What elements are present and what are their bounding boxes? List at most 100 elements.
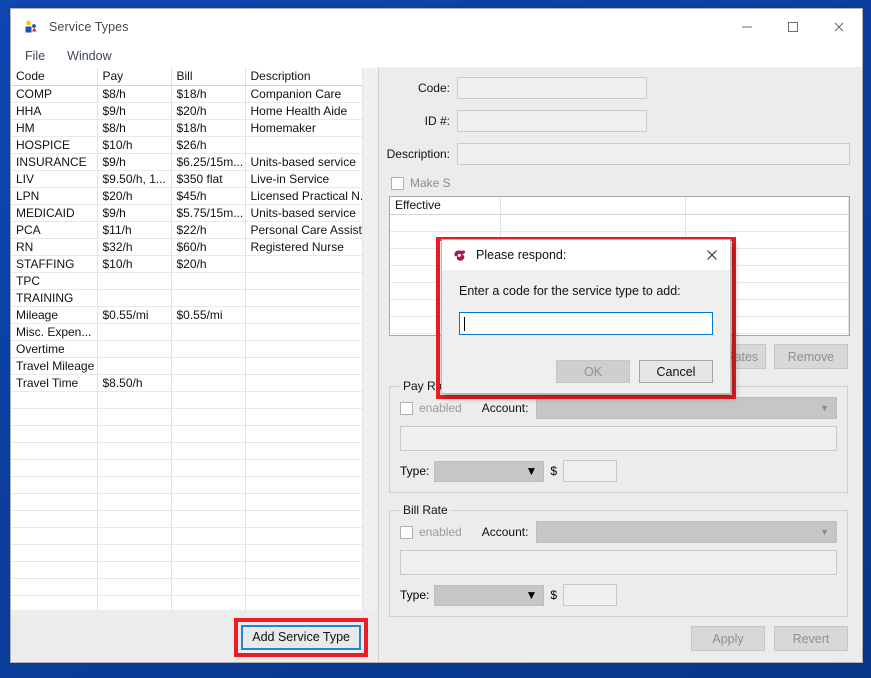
apply-revert-row: Apply Revert: [385, 626, 848, 651]
table-row[interactable]: [11, 595, 378, 610]
cell-code: Mileage: [11, 306, 98, 324]
id-input[interactable]: [457, 110, 647, 132]
column-header-effective[interactable]: Effective: [390, 197, 501, 215]
table-row[interactable]: Overtime: [11, 340, 378, 358]
service-types-table-body: COMP $8/h $18/h Companion Care HHA $9/h $20/h H…: [11, 85, 378, 610]
dialog-prompt-text: Enter a code for the service type to add…: [459, 284, 681, 298]
remove-rates-button[interactable]: Remove: [774, 344, 848, 369]
table-row[interactable]: [11, 442, 378, 460]
cell-description: [245, 272, 378, 290]
description-input[interactable]: [457, 143, 850, 165]
grid-vertical-scrollbar[interactable]: [362, 68, 378, 610]
column-header-description[interactable]: Description: [245, 68, 378, 86]
bill-rate-amount-input[interactable]: [563, 584, 618, 606]
table-row[interactable]: HM $8/h $18/h Homemaker: [11, 119, 378, 137]
table-row[interactable]: [11, 578, 378, 596]
revert-button[interactable]: Revert: [774, 626, 848, 651]
cell-code: [11, 510, 98, 528]
cell-bill: $0.55/mi: [171, 306, 246, 324]
add-service-type-button[interactable]: Add Service Type: [241, 625, 361, 650]
cell-pay: [97, 408, 172, 426]
cell-pay: [97, 391, 172, 409]
pay-rate-type-label: Type:: [400, 464, 430, 478]
code-input[interactable]: [457, 77, 647, 99]
pay-rate-account-detail-input[interactable]: [400, 426, 837, 451]
dialog-cancel-button[interactable]: Cancel: [639, 360, 713, 383]
make-standard-checkbox[interactable]: [391, 176, 404, 190]
apply-button[interactable]: Apply: [691, 626, 765, 651]
cell-pay: $32/h: [97, 238, 172, 256]
column-header-code[interactable]: Code: [11, 68, 98, 86]
table-row[interactable]: STAFFING $10/h $20/h: [11, 255, 378, 273]
rose-app-icon: [452, 248, 467, 263]
pay-rate-enabled-checkbox[interactable]: [400, 401, 413, 415]
table-row[interactable]: [11, 510, 378, 528]
table-row[interactable]: Misc. Expen...: [11, 323, 378, 341]
maximize-icon[interactable]: [770, 9, 816, 45]
table-row[interactable]: MEDICAID $9/h $5.75/15m... Units-based serv…: [11, 204, 378, 222]
cell-code: [11, 476, 98, 494]
table-row[interactable]: [11, 476, 378, 494]
cell-bill: [171, 527, 246, 545]
column-header-pay[interactable]: Pay: [97, 68, 172, 86]
cell-pay: [97, 595, 172, 610]
effective-cell: [390, 214, 501, 232]
table-row[interactable]: Mileage $0.55/mi $0.55/mi: [11, 306, 378, 324]
bill-rate-enabled-checkbox[interactable]: [400, 525, 413, 539]
menu-item-file[interactable]: File: [25, 49, 45, 63]
table-row[interactable]: LIV $9.50/h, 1... $350 flat Live-in Service: [11, 170, 378, 188]
table-row[interactable]: TPC: [11, 272, 378, 290]
table-row[interactable]: PCA $11/h $22/h Personal Care Assistant: [11, 221, 378, 239]
chevron-down-icon: ▼: [820, 403, 829, 413]
dialog-code-input[interactable]: [459, 312, 713, 335]
bill-rate-type-select[interactable]: ▼: [434, 584, 545, 606]
bill-rate-account-select[interactable]: ▼: [536, 521, 837, 543]
table-row[interactable]: [11, 493, 378, 511]
bill-rate-account-detail-input[interactable]: [400, 550, 837, 575]
cell-bill: $6.25/15m...: [171, 153, 246, 171]
table-row[interactable]: LPN $20/h $45/h Licensed Practical N...: [11, 187, 378, 205]
effective-table-row[interactable]: [390, 214, 849, 232]
pay-rate-type-select[interactable]: ▼: [434, 460, 545, 482]
table-row[interactable]: TRAINING: [11, 289, 378, 307]
table-row[interactable]: [11, 425, 378, 443]
dialog-close-icon[interactable]: [694, 240, 730, 270]
column-header-eff-3[interactable]: [685, 197, 849, 215]
menu-item-window[interactable]: Window: [67, 49, 111, 63]
cell-code: INSURANCE: [11, 153, 98, 171]
table-row[interactable]: Travel Time $8.50/h: [11, 374, 378, 392]
table-row[interactable]: INSURANCE $9/h $6.25/15m... Units-based ser…: [11, 153, 378, 171]
cell-description: [245, 561, 378, 579]
pay-rate-amount-input[interactable]: [563, 460, 618, 482]
table-row[interactable]: [11, 459, 378, 477]
table-row[interactable]: RN $32/h $60/h Registered Nurse: [11, 238, 378, 256]
table-row[interactable]: [11, 561, 378, 579]
cell-pay: $10/h: [97, 255, 172, 273]
pay-rate-account-select[interactable]: ▼: [536, 397, 837, 419]
cell-description: Registered Nurse: [245, 238, 378, 256]
table-row[interactable]: [11, 391, 378, 409]
cell-bill: [171, 595, 246, 610]
cell-description: [245, 374, 378, 392]
table-row[interactable]: HHA $9/h $20/h Home Health Aide: [11, 102, 378, 120]
table-row[interactable]: [11, 527, 378, 545]
dialog-ok-button[interactable]: OK: [556, 360, 630, 383]
table-row[interactable]: COMP $8/h $18/h Companion Care: [11, 85, 378, 103]
code-label: Code:: [417, 81, 450, 95]
minimize-icon[interactable]: [724, 9, 770, 45]
make-standard-checkbox-row[interactable]: Make S: [391, 176, 850, 190]
text-caret: [464, 316, 465, 331]
table-row[interactable]: Travel Mileage: [11, 357, 378, 375]
table-row[interactable]: [11, 408, 378, 426]
table-row[interactable]: [11, 544, 378, 562]
table-row[interactable]: HOSPICE $10/h $26/h: [11, 136, 378, 154]
cell-description: [245, 578, 378, 596]
column-header-bill[interactable]: Bill: [171, 68, 246, 86]
cell-code: Travel Time: [11, 374, 98, 392]
cell-description: Personal Care Assistant: [245, 221, 378, 239]
cell-description: [245, 493, 378, 511]
column-header-eff-2[interactable]: [500, 197, 686, 215]
cell-code: COMP: [11, 85, 98, 103]
close-icon[interactable]: [816, 9, 862, 45]
cell-pay: $0.55/mi: [97, 306, 172, 324]
